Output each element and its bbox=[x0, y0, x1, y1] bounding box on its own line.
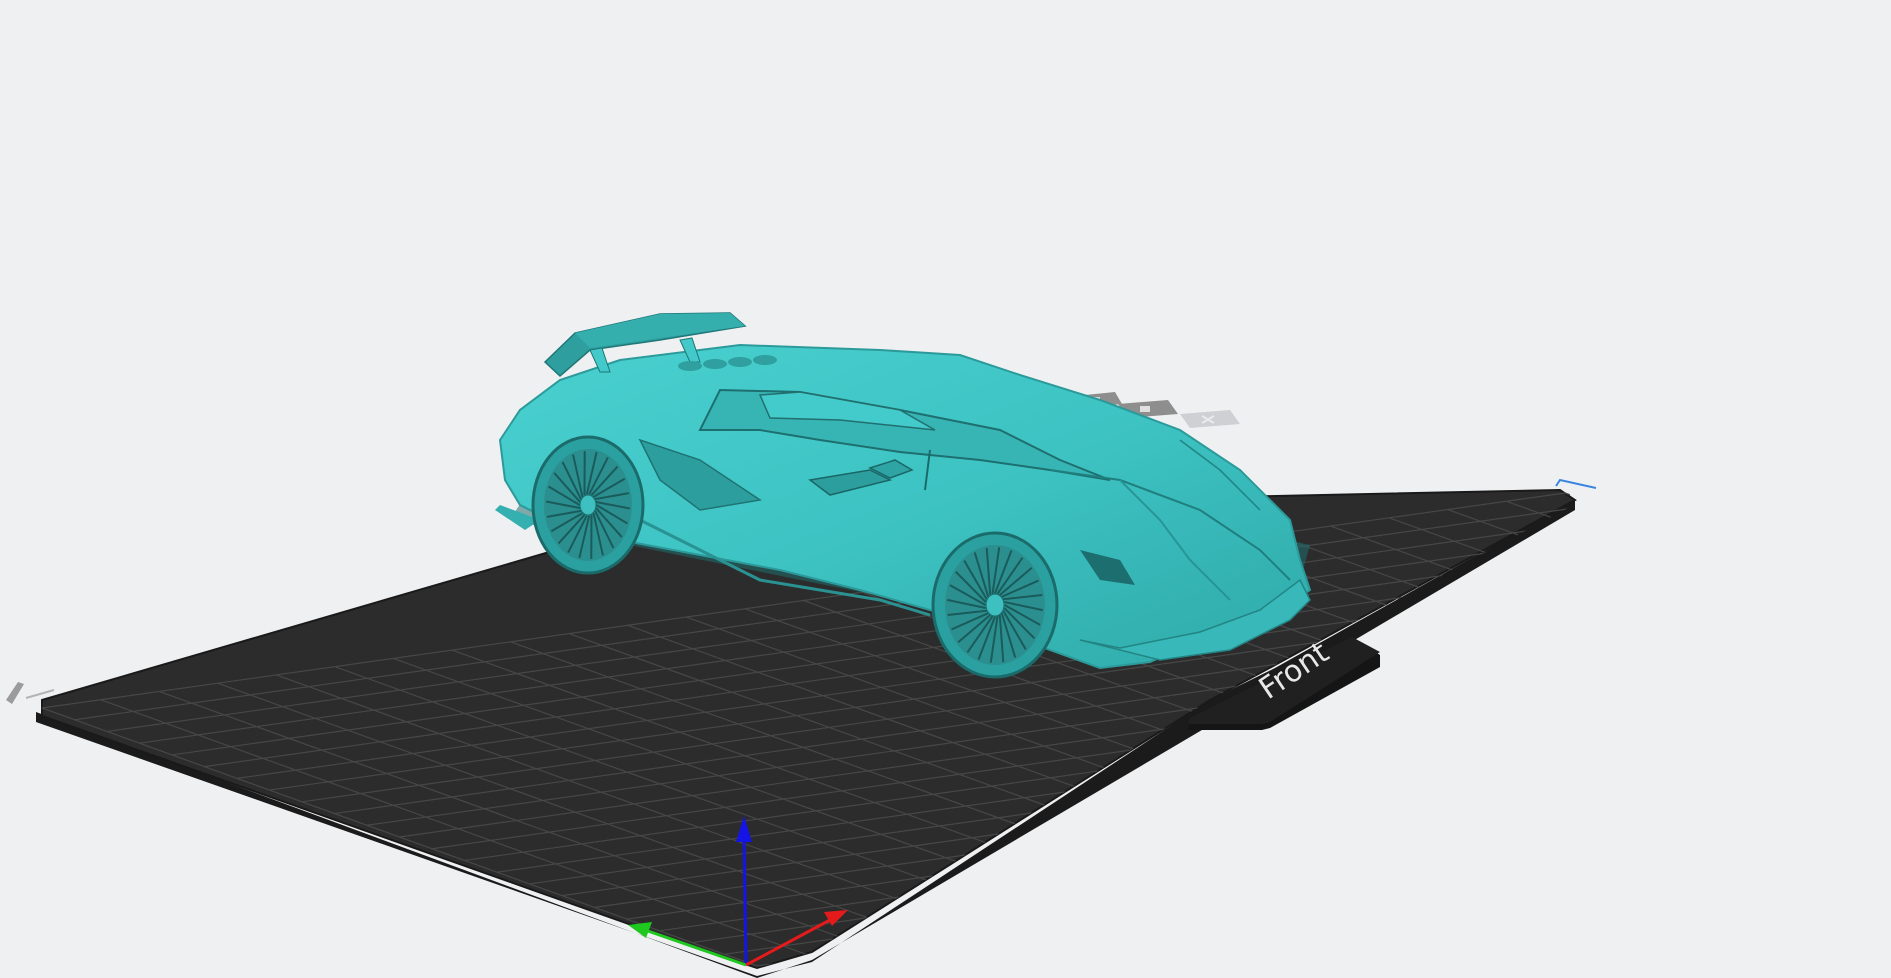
corner-marker-icon bbox=[1555, 478, 1597, 489]
front-wheel bbox=[931, 531, 1059, 679]
scene-canvas[interactable]: Front bbox=[0, 0, 1891, 978]
3d-viewport[interactable]: Front bbox=[0, 0, 1891, 978]
rear-wheel bbox=[531, 435, 645, 575]
close-icon[interactable] bbox=[1180, 410, 1240, 428]
